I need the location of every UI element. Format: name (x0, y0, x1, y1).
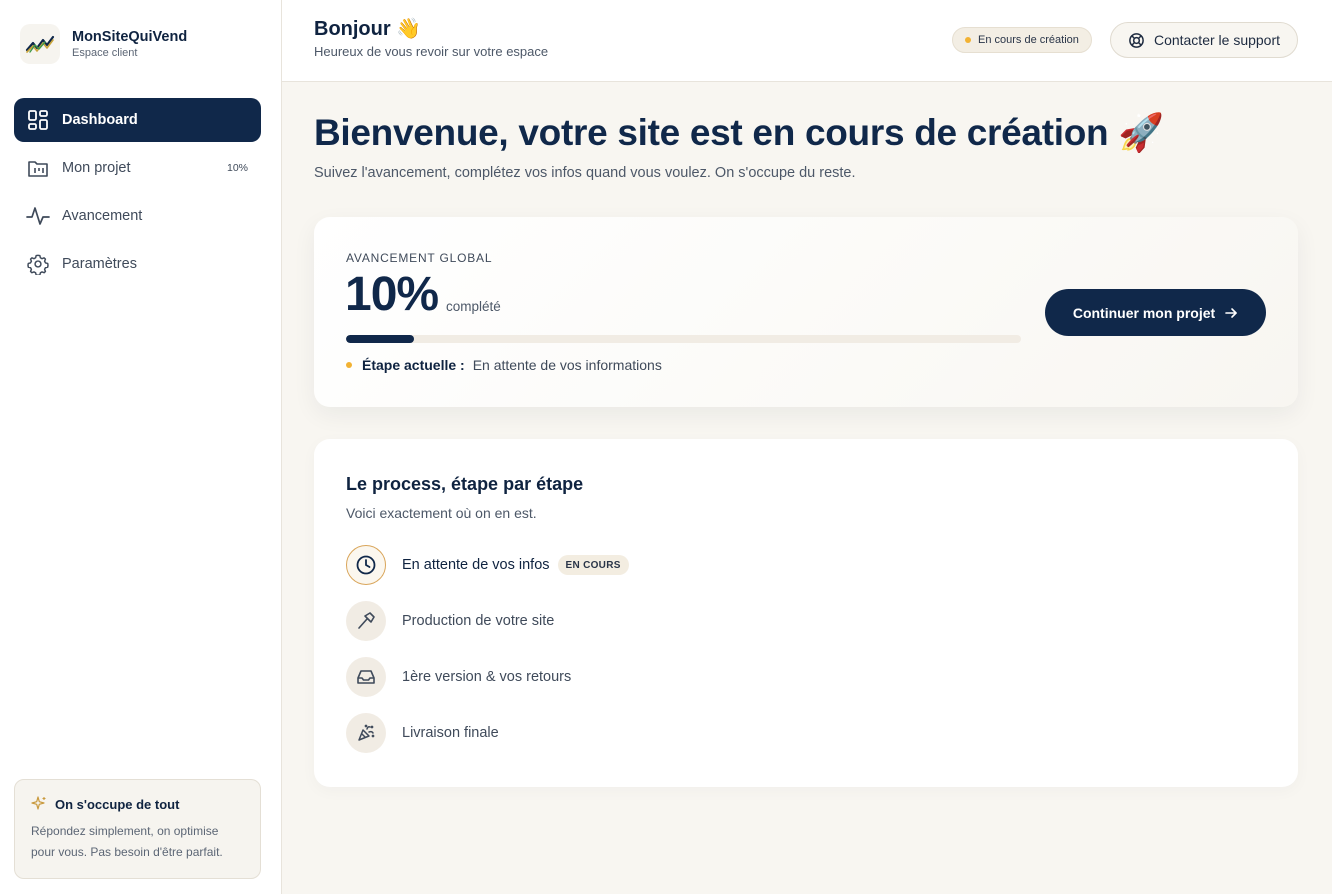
status-badge: En cours de création (952, 27, 1092, 53)
step-status-badge: EN COURS (557, 555, 629, 575)
activity-icon (26, 204, 50, 228)
progress-bar-fill (346, 335, 414, 343)
lifebuoy-icon (1129, 32, 1144, 48)
sidebar-item-label: Paramètres (62, 256, 137, 272)
sparkles-icon (31, 796, 46, 810)
process-step-delivery: Livraison finale (346, 713, 499, 753)
trend-chart-icon (20, 24, 60, 64)
inbox-icon (346, 657, 386, 697)
sidebar-item-dashboard[interactable]: Dashboard (14, 98, 261, 142)
status-dot (965, 37, 971, 43)
continue-project-label: Continuer mon projet (1072, 304, 1216, 321)
greeting-subtitle: Heureux de vous revoir sur votre espace (314, 44, 549, 59)
sidebar-nav: Dashboard Mon projet 10% Avancement Para… (14, 98, 261, 290)
current-step-value: En attente de vos informations (472, 357, 662, 373)
process-step-review: 1ère version & vos retours (346, 657, 571, 697)
progress-unit: complété (446, 299, 501, 314)
dashboard-icon (26, 108, 50, 132)
support-button-label: Contacter le support (1153, 32, 1281, 48)
brand[interactable]: MonSiteQuiVend Espace client (20, 24, 187, 64)
progress-label: AVANCEMENT GLOBAL (346, 251, 493, 265)
brand-name: MonSiteQuiVend (72, 29, 188, 45)
party-popper-icon (346, 713, 386, 753)
process-step-label: Production de votre site (402, 613, 555, 629)
sidebar-item-label: Avancement (62, 208, 143, 224)
clock-icon (346, 545, 386, 585)
process-step-label: En attente de vos infos (402, 557, 550, 573)
current-step: Étape actuelle : En attente de vos infor… (346, 357, 662, 373)
brand-subtitle: Espace client (72, 47, 138, 59)
process-step-label: 1ère version & vos retours (402, 669, 572, 685)
page-subtitle: Suivez l'avancement, complétez vos infos… (314, 165, 856, 181)
status-label: En cours de création (978, 34, 1079, 46)
project-progress-badge: 10% (226, 162, 248, 174)
current-step-dot (346, 362, 352, 368)
help-card-title: On s'occupe de tout (55, 796, 180, 812)
help-card: On s'occupe de tout Répondez simplement,… (14, 779, 261, 879)
continue-project-button[interactable]: Continuer mon projet (1045, 289, 1266, 336)
sidebar-item-avancement[interactable]: Avancement (14, 194, 261, 238)
help-card-text: Répondez simplement, on optimise pour vo… (31, 824, 223, 859)
process-subtitle: Voici exactement où on en est. (346, 505, 537, 521)
greeting: Bonjour 👋 (314, 18, 422, 40)
process-step-production: Production de votre site (346, 601, 554, 641)
sidebar-item-label: Mon projet (62, 160, 131, 176)
current-step-key: Étape actuelle : (362, 357, 465, 373)
folder-icon (26, 156, 50, 180)
process-card: Le process, étape par étape Voici exacte… (314, 439, 1298, 787)
gear-icon (26, 252, 50, 276)
process-title: Le process, étape par étape (346, 474, 584, 494)
progress-bar (346, 335, 1021, 343)
page-title: Bienvenue, votre site est en cours de cr… (314, 112, 1165, 153)
contact-support-button[interactable]: Contacter le support (1110, 22, 1298, 58)
hammer-icon (346, 601, 386, 641)
sidebar-item-mon-projet[interactable]: Mon projet 10% (14, 146, 261, 190)
progress-card: AVANCEMENT GLOBAL 10% complété Étape act… (314, 217, 1298, 407)
top-header: Bonjour 👋 Heureux de vous revoir sur vot… (282, 0, 1332, 82)
progress-value: 10% (345, 268, 439, 321)
process-step-label: Livraison finale (402, 725, 499, 741)
sidebar-item-label: Dashboard (62, 112, 138, 128)
sidebar-item-parametres[interactable]: Paramètres (14, 242, 261, 286)
arrow-right-icon (1225, 307, 1237, 318)
help-card-header: On s'occupe de tout (31, 796, 244, 812)
sidebar: MonSiteQuiVend Espace client Dashboard M… (0, 0, 282, 894)
process-step-infos: En attente de vos infos EN COURS (346, 545, 629, 585)
